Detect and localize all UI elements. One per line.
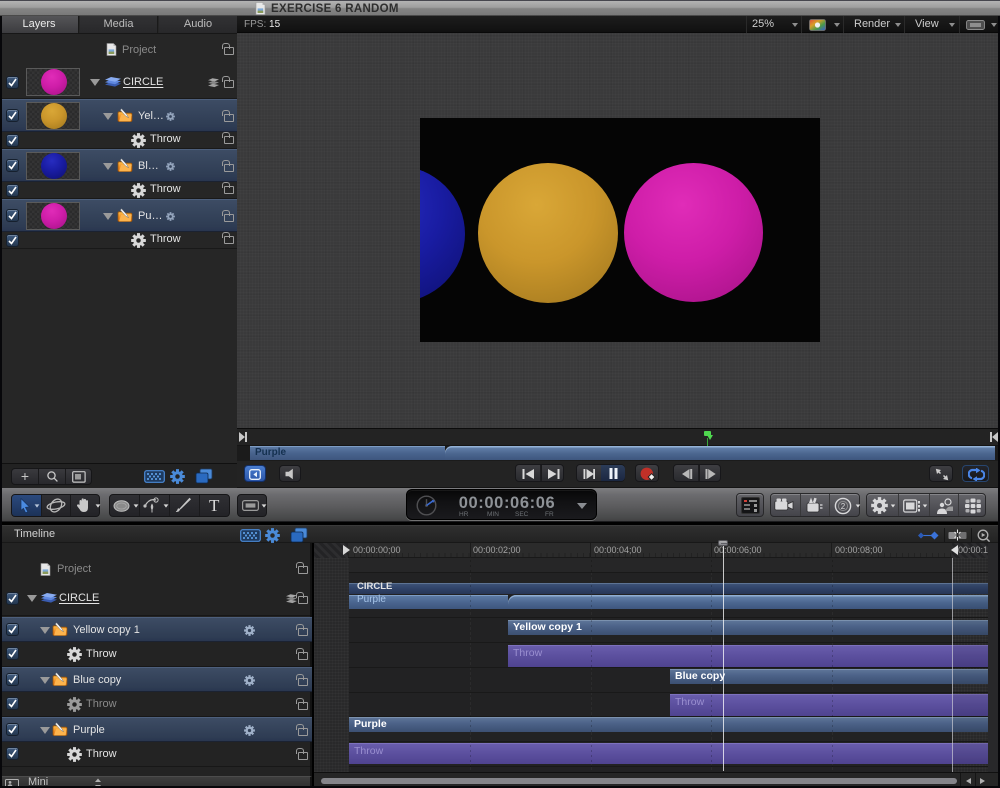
- svg-text:2: 2: [841, 502, 846, 511]
